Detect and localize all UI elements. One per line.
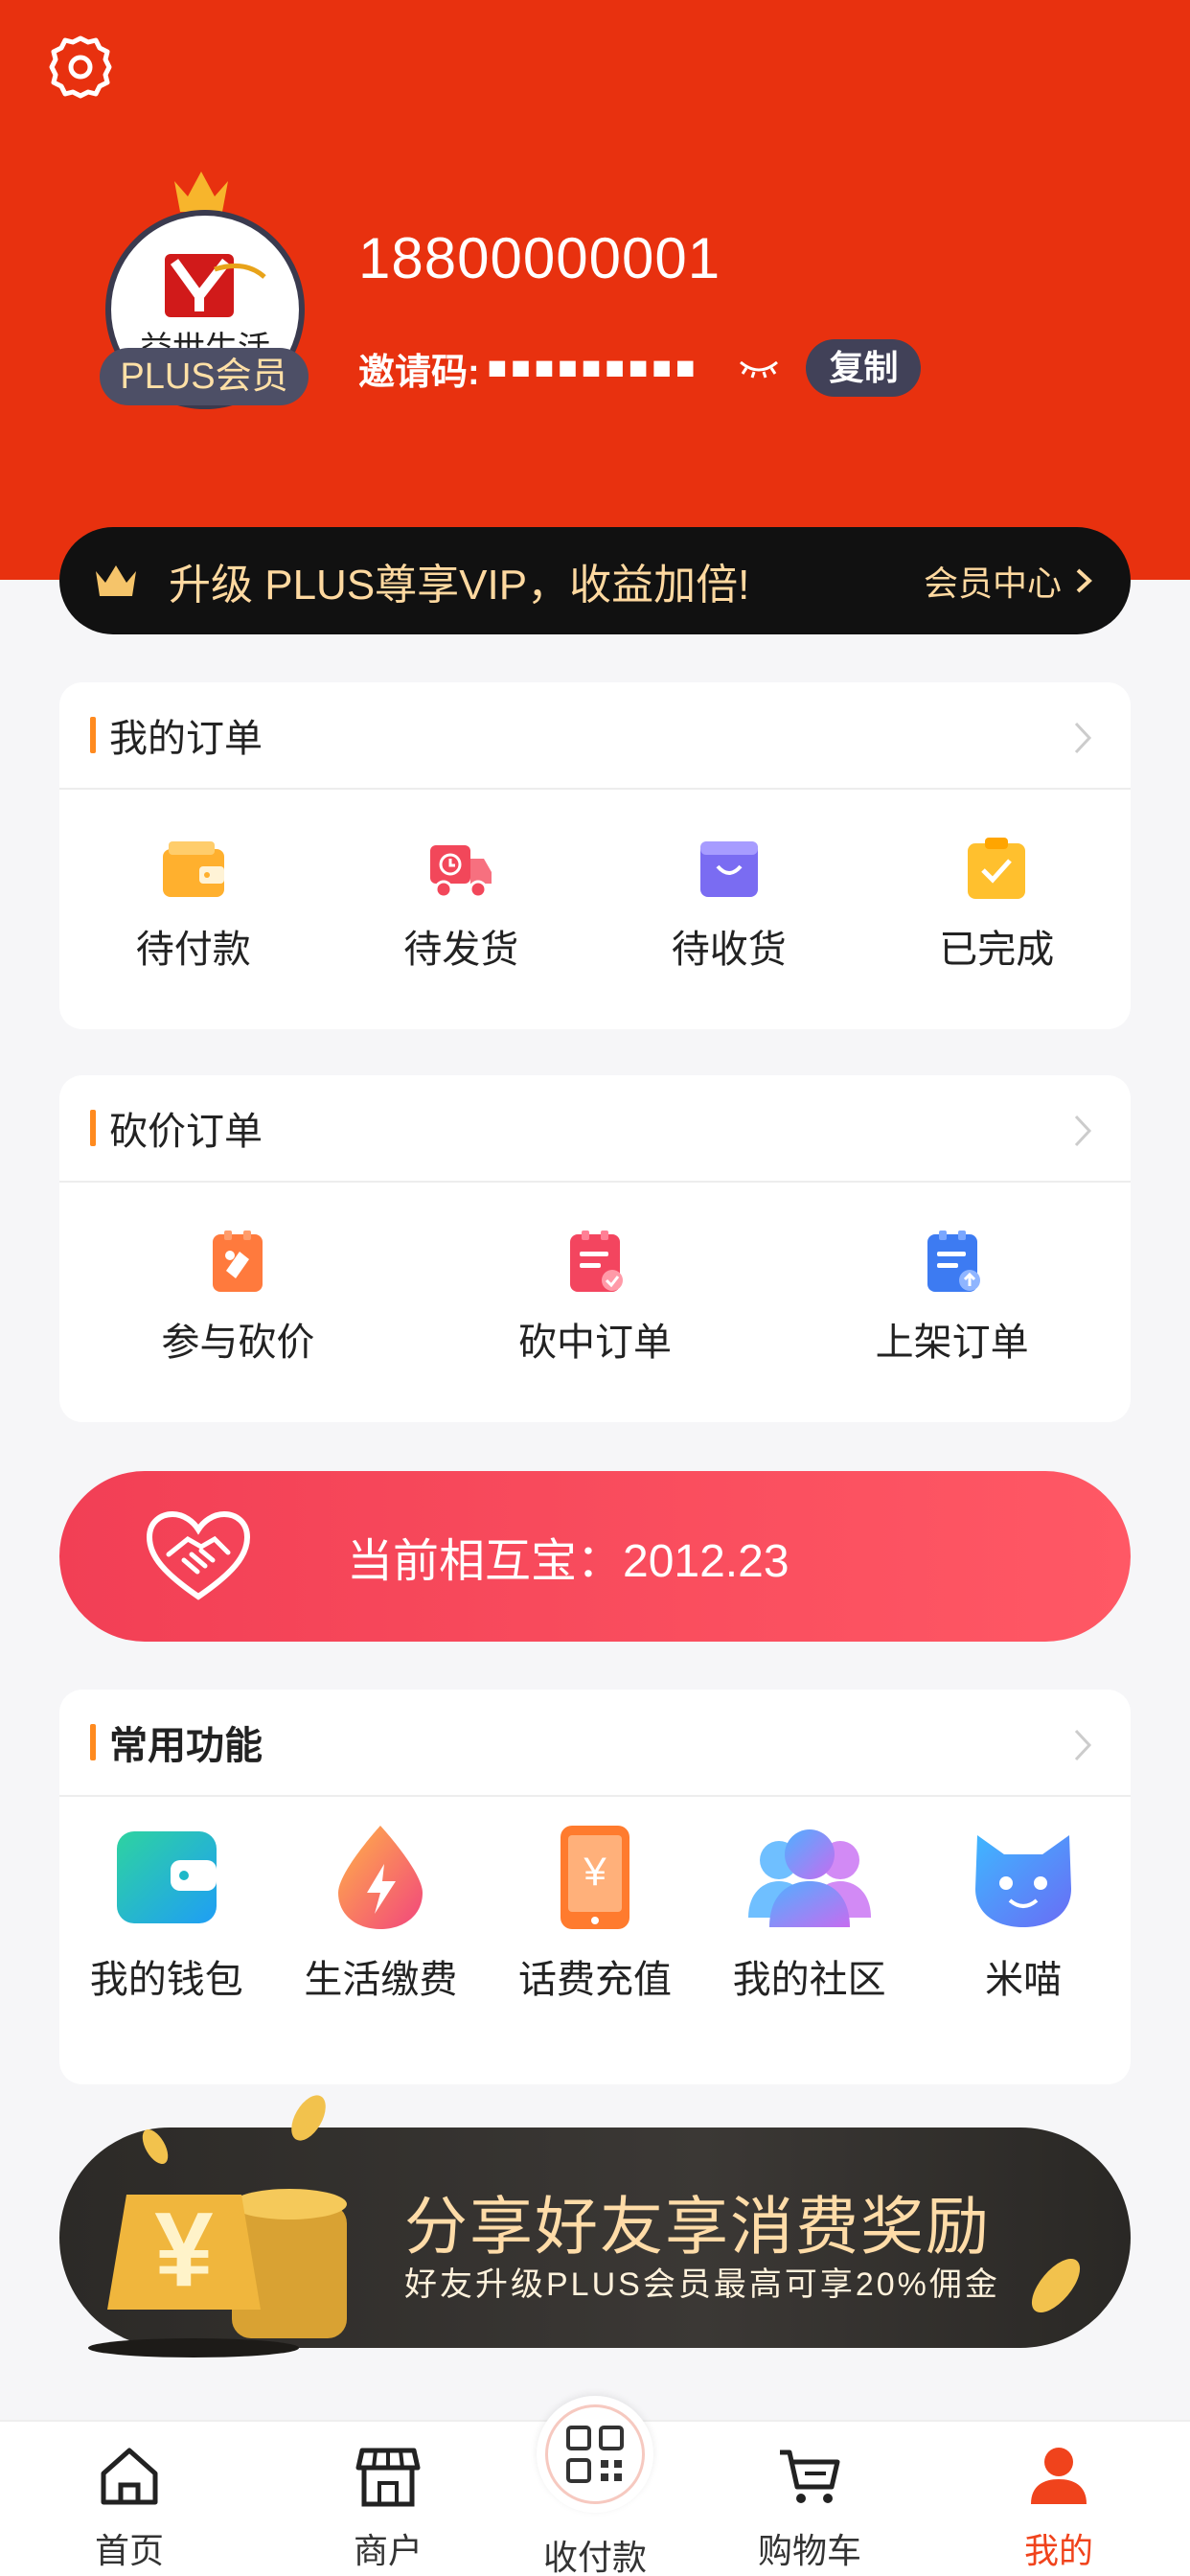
user-icon — [1031, 2448, 1087, 2504]
bolt-icon — [338, 1826, 423, 1929]
wallet-icon — [116, 1831, 217, 1923]
tab-mine-label: 我的 — [1023, 2531, 1093, 2570]
invite-code-row: 邀请码: ■■■■■■■■■ 复制 — [358, 337, 922, 399]
bargain-icon — [213, 1230, 263, 1292]
bargain-orders-title: 砍价订单 — [109, 1111, 263, 1153]
invite-label: 邀请码: — [358, 352, 480, 393]
phone-number: 18800000001 — [358, 226, 721, 290]
function-wallet-label: 我的钱包 — [89, 1959, 243, 2001]
function-utilities-label: 生活缴费 — [304, 1959, 458, 2001]
function-community[interactable]: 我的社区 — [702, 1822, 917, 2004]
function-phone-recharge-label: 话费充值 — [517, 1959, 672, 2001]
section-mark — [90, 717, 96, 753]
mutual-aid-text: 当前相互宝：2012.23 — [347, 1536, 790, 1587]
order-pending-receipt-label: 待收货 — [671, 929, 787, 971]
share-reward-banner[interactable]: ¥ 分享好友享消费奖励 好友升级PLUS会员最高可享20%佣金 — [59, 2089, 1131, 2367]
chevron-right-icon — [1074, 722, 1092, 754]
phone-icon: ¥ — [560, 1826, 629, 1929]
my-orders-card: 我的订单 待付款 待发货 待收货 已完成 — [59, 682, 1131, 1029]
my-orders-header[interactable]: 我的订单 — [59, 682, 1131, 790]
chevron-right-icon — [1074, 1115, 1092, 1147]
mutual-aid-bar[interactable]: 当前相互宝：2012.23 — [59, 1471, 1131, 1642]
bargain-join[interactable]: 参与砍价 — [59, 1227, 417, 1367]
common-functions-card: 常用功能 我的钱包 生活缴费 ¥ 话费充值 我的社区 米喵 — [59, 1690, 1131, 2084]
avatar[interactable]: 益世生活 PLUS会员 — [100, 168, 309, 409]
tab-home-label: 首页 — [94, 2531, 164, 2570]
order-upload-icon — [927, 1230, 980, 1292]
order-pending-receipt[interactable]: 待收货 — [595, 834, 863, 974]
section-mark — [90, 1724, 96, 1760]
tab-payment-label: 收付款 — [542, 2538, 647, 2576]
common-functions-title: 常用功能 — [109, 1725, 263, 1767]
bargain-listed-label: 上架订单 — [875, 1322, 1029, 1364]
section-mark — [90, 1110, 96, 1146]
order-completed[interactable]: 已完成 — [863, 834, 1132, 974]
tab-merchant[interactable]: 商户 — [316, 2422, 460, 2573]
function-community-label: 我的社区 — [732, 1959, 886, 2001]
gear-icon[interactable] — [46, 33, 115, 102]
store-icon — [355, 2448, 421, 2507]
truck-icon — [430, 845, 492, 899]
order-check-icon — [570, 1230, 623, 1292]
function-mimiao[interactable]: 米喵 — [916, 1822, 1131, 2004]
function-phone-recharge[interactable]: ¥ 话费充值 — [488, 1822, 702, 2004]
bargain-join-label: 参与砍价 — [161, 1322, 315, 1364]
plus-member-badge: PLUS会员 — [100, 348, 309, 405]
chevron-right-icon — [1076, 568, 1092, 593]
cart-icon — [780, 2450, 840, 2503]
function-wallet[interactable]: 我的钱包 — [59, 1822, 274, 2004]
handshake-heart-icon — [146, 1510, 251, 1600]
order-pending-payment-label: 待付款 — [135, 929, 251, 971]
tab-cart[interactable]: 购物车 — [738, 2422, 881, 2573]
tab-merchant-label: 商户 — [353, 2531, 423, 2570]
banner-title: 分享好友享消费奖励 — [404, 2191, 991, 2262]
coins-icon: ¥ — [88, 2095, 347, 2358]
svg-text:¥: ¥ — [154, 2191, 213, 2309]
function-mimiao-label: 米喵 — [985, 1959, 1063, 2001]
cat-icon — [975, 1835, 1072, 1927]
banner-subtitle: 好友升级PLUS会员最高可享20%佣金 — [404, 2266, 1000, 2303]
function-utilities[interactable]: 生活缴费 — [274, 1822, 489, 2004]
order-pending-shipment[interactable]: 待发货 — [328, 834, 596, 974]
coin-icon — [1031, 2258, 1081, 2313]
tab-payment[interactable] — [537, 2396, 653, 2513]
copy-button[interactable]: 复制 — [806, 339, 922, 397]
chevron-right-icon — [1074, 1729, 1092, 1761]
bargain-won-label: 砍中订单 — [518, 1322, 672, 1364]
box-icon — [699, 841, 758, 897]
community-icon — [747, 1829, 871, 1927]
vip-upgrade-text: 升级 PLUS尊享VIP，收益加倍! — [169, 562, 750, 609]
tab-home[interactable]: 首页 — [57, 2422, 201, 2573]
vip-upgrade-bar[interactable]: 升级 PLUS尊享VIP，收益加倍! 会员中心 — [59, 527, 1131, 634]
bargain-listed[interactable]: 上架订单 — [773, 1227, 1131, 1367]
bargain-orders-card: 砍价订单 参与砍价 砍中订单 上架订单 — [59, 1075, 1131, 1422]
order-pending-payment[interactable]: 待付款 — [59, 834, 328, 974]
order-pending-shipment-label: 待发货 — [403, 929, 519, 971]
bargain-orders-header[interactable]: 砍价订单 — [59, 1075, 1131, 1183]
bargain-won[interactable]: 砍中订单 — [417, 1227, 774, 1367]
wallet-icon — [162, 841, 224, 897]
tab-mine[interactable]: 我的 — [987, 2422, 1131, 2573]
tab-cart-label: 购物车 — [757, 2531, 861, 2570]
svg-text:¥: ¥ — [583, 1849, 606, 1894]
order-completed-label: 已完成 — [939, 929, 1055, 971]
clipboard-check-icon — [968, 838, 1026, 899]
eye-closed-icon[interactable] — [737, 356, 781, 380]
invite-code-value: ■■■■■■■■■ — [487, 349, 699, 386]
my-orders-title: 我的订单 — [109, 718, 263, 760]
member-center-link[interactable]: 会员中心 — [924, 556, 1092, 606]
common-functions-header[interactable]: 常用功能 — [59, 1690, 1131, 1797]
crown-icon — [96, 565, 136, 596]
member-center-label: 会员中心 — [923, 564, 1062, 603]
qr-icon — [566, 2426, 624, 2483]
home-icon — [101, 2448, 158, 2505]
